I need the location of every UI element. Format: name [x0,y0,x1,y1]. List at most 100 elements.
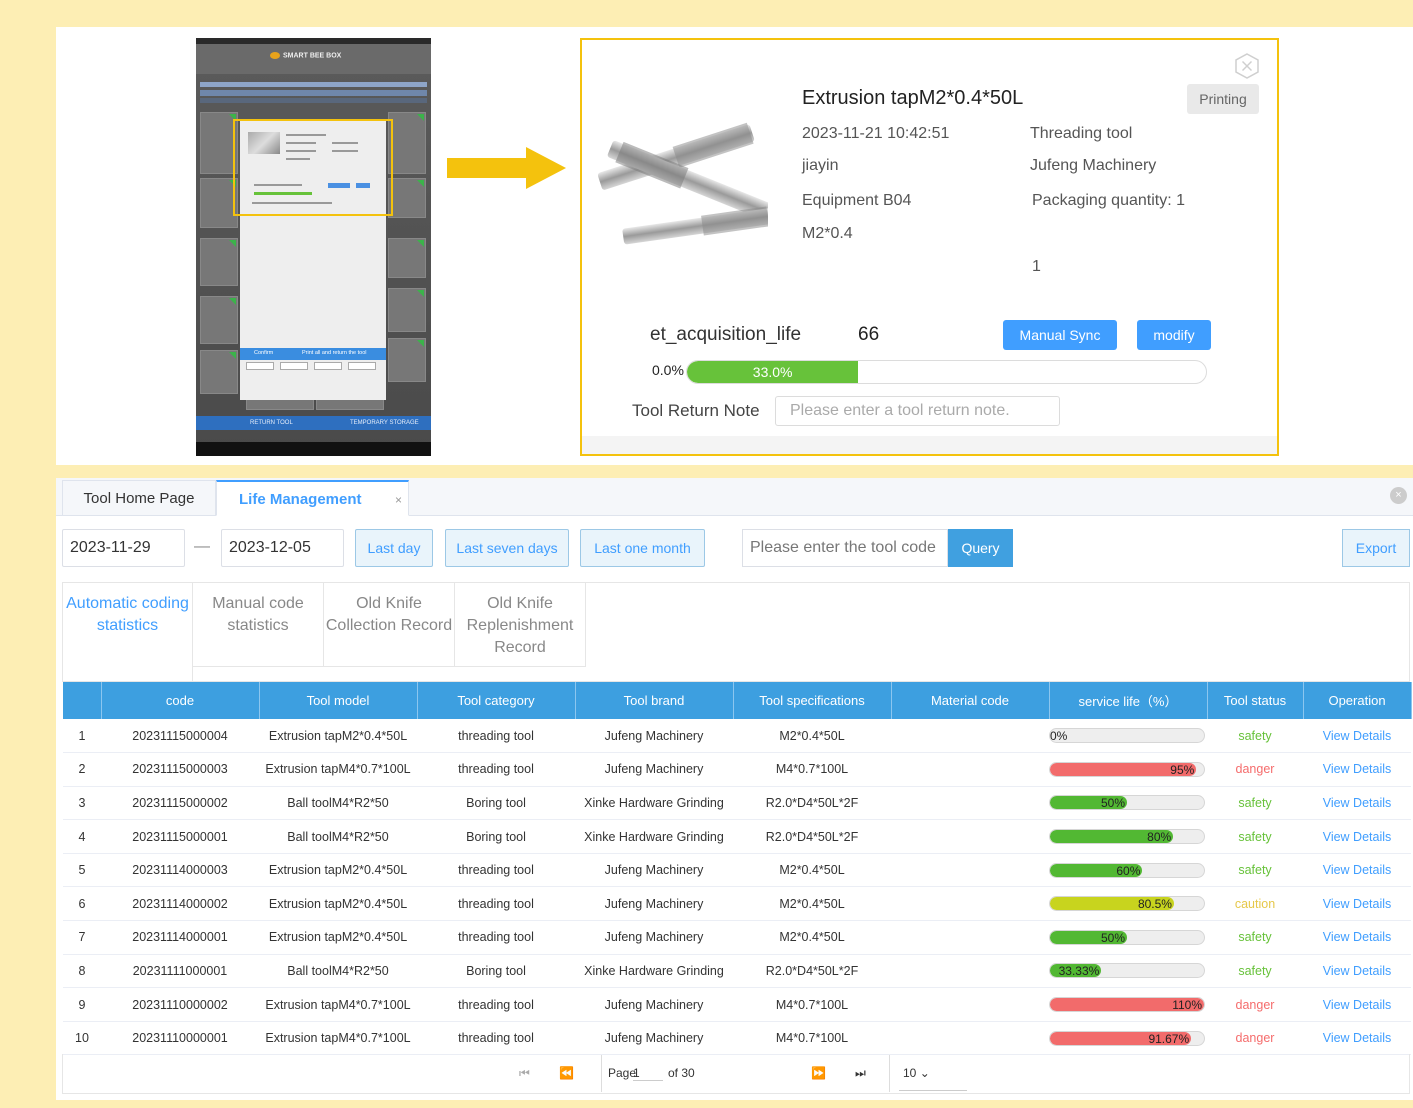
page-size-select[interactable]: 10 ⌄ [903,1066,930,1080]
table-header-row: code Tool model Tool category Tool brand… [63,682,1412,719]
tab-bar: Tool Home Page Life Management × × [56,478,1413,516]
header-index [63,682,102,719]
row-tool-model: Extrusion tapM4*0.7*100L [259,1021,417,1056]
spec-value: M2*0.4 [802,225,853,242]
row-material-code [891,719,1049,754]
close-icon[interactable] [1234,53,1260,79]
view-details-link[interactable]: View Details [1303,920,1411,955]
tab-life-management[interactable]: Life Management × [216,480,409,516]
life-value: 66 [858,324,880,345]
service-life-fill: 50% [1050,796,1127,810]
row-code: 20231110000001 [101,1021,259,1056]
header-code: code [101,682,260,719]
row-tool-brand: Jufeng Machinery [575,886,733,922]
tab-old-knife-collection[interactable]: Old Knife Collection Record [324,583,455,667]
last-day-button[interactable]: Last day [355,529,433,567]
brand-value: Jufeng Machinery [1030,157,1157,174]
phone-logo: SMART BEE BOX [270,52,341,59]
view-details-link[interactable]: View Details [1303,886,1411,922]
modify-button[interactable]: modify [1137,320,1211,350]
date-separator: — [194,538,210,555]
next-page-icon[interactable]: ⏩ [811,1066,826,1080]
query-button[interactable]: Query [948,529,1013,567]
export-button[interactable]: Export [1342,529,1410,567]
view-details-link[interactable]: View Details [1303,719,1411,754]
row-tool-spec: M2*0.4*50L [733,719,891,754]
tool-detail-zoom: Extrusion tapM2*0.4*50L Printing 2023-11… [580,38,1279,456]
table-row: 7 20231114000001 Extrusion tapM2*0.4*50L th… [63,920,1411,955]
return-note-input[interactable]: Please enter a tool return note. [775,396,1060,426]
row-material-code [891,1021,1049,1056]
view-details-link[interactable]: View Details [1303,819,1411,854]
manual-sync-button[interactable]: Manual Sync [1003,320,1117,350]
tool-code-input[interactable]: Please enter the tool code [742,529,948,567]
last-seven-days-button[interactable]: Last seven days [445,529,569,567]
row-tool-category: threading tool [417,752,575,787]
tab-automatic-coding[interactable]: Automatic coding statistics [63,583,193,683]
header-tool-spec: Tool specifications [733,682,892,719]
row-material-code [891,752,1049,787]
row-tool-spec: M4*0.7*100L [733,752,891,787]
row-service-life: 80% [1049,819,1207,854]
user-value: jiayin [802,157,839,174]
service-life-label: 0% [1050,729,1068,744]
last-one-month-button[interactable]: Last one month [580,529,705,567]
last-page-icon[interactable]: ⏭ [855,1066,866,1081]
row-material-code [891,954,1049,989]
row-index: 10 [63,1021,101,1056]
pagination: ⏮ ⏪ Page 1 of 30 ⏩ ⏭ 10 ⌄ [62,1054,1410,1094]
close-all-tabs-icon[interactable]: × [1390,487,1407,504]
table-row: 4 20231115000001 Ball toolM4*R2*50 Boring t… [63,819,1411,854]
tab-tool-home[interactable]: Tool Home Page [62,480,216,516]
row-tool-spec: M2*0.4*50L [733,853,891,888]
service-life-bar: 50% [1049,795,1205,811]
view-details-link[interactable]: View Details [1303,954,1411,989]
view-details-link[interactable]: View Details [1303,786,1411,821]
life-progress-fill: 33.0% [687,361,859,383]
row-tool-category: threading tool [417,920,575,955]
header-tool-brand: Tool brand [575,682,734,719]
row-material-code [891,786,1049,821]
start-date-input[interactable]: 2023-11-29 [62,529,185,567]
tab-manual-code[interactable]: Manual code statistics [193,583,324,667]
tab-life-label: Life Management [239,491,362,508]
row-tool-model: Extrusion tapM2*0.4*50L [259,719,417,754]
life-management-window: Tool Home Page Life Management × × 2023-… [56,478,1413,1100]
view-details-link[interactable]: View Details [1303,752,1411,787]
view-details-link[interactable]: View Details [1303,853,1411,888]
printing-button[interactable]: Printing [1187,84,1259,114]
row-tool-brand: Xinke Hardware Grinding [575,819,733,854]
row-tool-category: threading tool [417,1021,575,1056]
prev-page-icon[interactable]: ⏪ [559,1066,574,1080]
end-date-input[interactable]: 2023-12-05 [221,529,344,567]
row-code: 20231115000004 [101,719,259,754]
tab-old-knife-replenishment[interactable]: Old Knife Replenishment Record [455,583,586,667]
row-tool-category: threading tool [417,886,575,922]
row-tool-spec: R2.0*D4*50L*2F [733,819,891,854]
row-service-life: 33.33% [1049,954,1207,989]
table-row: 6 20231114000002 Extrusion tapM2*0.4*50L th… [63,886,1411,922]
row-index: 6 [63,886,101,922]
service-life-fill: 91.67% [1050,1031,1192,1045]
row-tool-status: caution [1207,886,1303,922]
table-row: 2 20231115000003 Extrusion tapM4*0.7*100L t… [63,752,1411,787]
view-details-link[interactable]: View Details [1303,987,1411,1022]
row-tool-brand: Jufeng Machinery [575,752,733,787]
service-life-fill: 80% [1050,830,1174,844]
first-page-icon[interactable]: ⏮ [519,1066,530,1081]
row-service-life: 95% [1049,752,1207,787]
row-tool-model: Extrusion tapM2*0.4*50L [259,853,417,888]
row-code: 20231111000001 [101,954,259,989]
row-tool-model: Extrusion tapM4*0.7*100L [259,987,417,1022]
row-code: 20231115000003 [101,752,259,787]
phone-bottom-bar: RETURN TOOL TEMPORARY STORAGE [196,416,431,430]
view-details-link[interactable]: View Details [1303,1021,1411,1056]
row-index: 8 [63,954,101,989]
row-index: 5 [63,853,101,888]
phone-confirm-bar: Confirm Print all and return the tool [240,348,386,360]
tab-close-icon[interactable]: × [395,482,402,518]
equipment-value: Equipment B04 [802,192,912,209]
count-value: 1 [1032,258,1041,275]
page-input[interactable]: 1 [633,1066,663,1081]
row-tool-status: danger [1207,987,1303,1022]
